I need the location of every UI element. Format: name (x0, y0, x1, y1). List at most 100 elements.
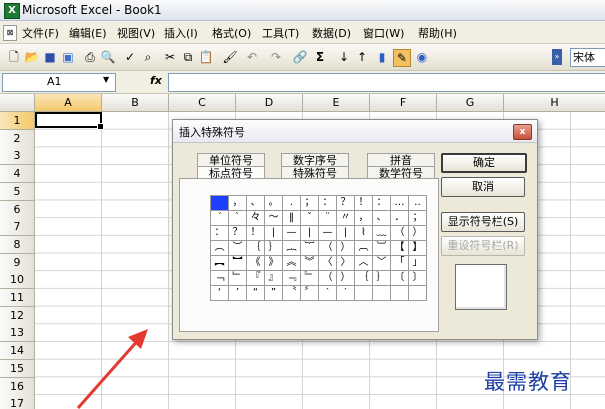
symbol-cell[interactable]: | (336, 225, 355, 241)
symbol-cell[interactable]: ﹄ (300, 270, 319, 286)
symbol-cell[interactable]: 〈 (318, 255, 337, 271)
symbol-cell[interactable]: | (300, 225, 319, 241)
reset-symbol-bar-button: 重设符号栏(R) (441, 236, 525, 256)
symbol-cell[interactable]: ˇ (300, 210, 319, 226)
symbol-cell[interactable]: ！ (246, 225, 265, 241)
symbol-cell[interactable]: ︼ (228, 255, 247, 271)
ok-button[interactable]: 确定 (441, 153, 527, 173)
symbol-cell[interactable]: ˋ (228, 210, 247, 226)
symbol-cell[interactable]: ‘ (210, 285, 229, 301)
symbol-cell[interactable] (390, 285, 409, 301)
cancel-button[interactable]: 取消 (441, 177, 525, 197)
symbol-cell[interactable]: . (282, 195, 301, 211)
dialog-title: 插入特殊符号 (179, 126, 245, 139)
symbol-row: ，、。.；：？！：… ‥ (210, 195, 427, 211)
symbol-cell[interactable]: （ (318, 270, 337, 286)
symbol-cell[interactable]: 【 (390, 240, 409, 256)
symbol-cell[interactable]: ： (372, 195, 391, 211)
symbol-cell[interactable]: ﹀ (372, 255, 391, 271)
symbol-cell[interactable]: “ (246, 285, 265, 301)
symbol-cell[interactable]: ︹ (354, 240, 373, 256)
symbol-cell[interactable]: ︻ (210, 255, 229, 271)
symbol-cell[interactable]: ｛ (354, 270, 373, 286)
symbol-grid[interactable]: ，、。.；：？！：… ‥ ˊ ˋ 々～ ‖ ˇ ¨ 〃，、．；：？！ | — | — | ⌇ ﹏ （） ︵ ︶ ｛｝ ︷… (210, 195, 427, 301)
symbol-cell[interactable]: ﹂ (228, 270, 247, 286)
symbol-cell[interactable]: （ (318, 240, 337, 256)
symbol-cell[interactable]: 〉 (336, 255, 355, 271)
symbol-cell[interactable]: 》 (264, 255, 283, 271)
symbol-cell[interactable] (210, 195, 229, 211)
symbol-cell[interactable]: ‥ (408, 195, 427, 211)
symbol-preview (455, 264, 507, 310)
symbol-cell[interactable]: ； (408, 210, 427, 226)
symbol-cell[interactable]: 〕 (408, 270, 427, 286)
symbol-cell[interactable]: ˊ (210, 210, 229, 226)
symbol-cell[interactable]: ” (264, 285, 283, 301)
symbol-cell[interactable]: ｝ (264, 240, 283, 256)
symbol-cell[interactable]: 〔 (390, 270, 409, 286)
symbol-cell[interactable]: — (282, 225, 301, 241)
symbol-cell[interactable]: ： (210, 225, 229, 241)
symbol-row: ‘’ “” 〝〞 ‵ ′ (210, 285, 427, 301)
symbol-cell[interactable]: 】 (408, 240, 427, 256)
symbol-cell[interactable]: ！ (354, 195, 373, 211)
symbol-cell[interactable]: 」 (408, 255, 427, 271)
symbol-cell[interactable]: ｝ (372, 270, 391, 286)
symbol-cell[interactable]: （ (390, 225, 409, 241)
dialog-title-bar: 插入特殊符号 (173, 120, 537, 143)
watermark-text: 最需教育 (484, 370, 572, 394)
symbol-cell[interactable]: ～ (264, 210, 283, 226)
symbol-cell[interactable]: 〝 (282, 285, 301, 301)
symbol-cell[interactable]: ． (390, 210, 409, 226)
symbol-cell[interactable]: ﹏ (372, 225, 391, 241)
arrow-shaft (76, 337, 142, 409)
symbol-cell[interactable]: 「 (390, 255, 409, 271)
symbol-cell[interactable]: ） (336, 270, 355, 286)
symbol-cell[interactable]: ⌇ (354, 225, 373, 241)
symbol-cell[interactable]: ’ (228, 285, 247, 301)
symbol-cell[interactable]: ‵ (318, 285, 337, 301)
symbol-cell[interactable]: ︺ (372, 240, 391, 256)
symbol-cell[interactable]: 、 (372, 210, 391, 226)
symbol-cell[interactable]: ， (354, 210, 373, 226)
symbol-cell[interactable]: ） (336, 240, 355, 256)
symbol-cell[interactable]: ︾ (300, 255, 319, 271)
symbol-cell[interactable]: | (264, 225, 283, 241)
symbol-cell[interactable]: ； (300, 195, 319, 211)
symbol-cell[interactable]: ︶ (228, 240, 247, 256)
symbol-cell[interactable]: 。 (264, 195, 283, 211)
symbol-cell[interactable]: 々 (246, 210, 265, 226)
symbol-cell[interactable]: 〃 (336, 210, 355, 226)
symbol-cell[interactable]: ︵ (210, 240, 229, 256)
symbol-row: ︵ ︶ ｛｝ ︷ ︸ （） ︹ ︺ 【】 (210, 240, 427, 256)
symbol-cell[interactable]: … (390, 195, 409, 211)
symbol-cell[interactable]: ︷ (282, 240, 301, 256)
symbol-cell[interactable]: ︿ (354, 255, 373, 271)
symbol-cell[interactable]: 』 (264, 270, 283, 286)
symbol-cell[interactable]: ¨ (318, 210, 337, 226)
symbol-cell[interactable] (372, 285, 391, 301)
symbol-cell[interactable]: ｛ (246, 240, 265, 256)
symbol-row: ˊ ˋ 々～ ‖ ˇ ¨ 〃，、．； (210, 210, 427, 226)
symbol-cell[interactable]: ′ (336, 285, 355, 301)
symbol-cell[interactable]: ︸ (300, 240, 319, 256)
symbol-cell[interactable]: — (318, 225, 337, 241)
show-symbol-bar-button[interactable]: 显示符号栏(S) (441, 212, 525, 232)
symbol-cell[interactable]: 《 (246, 255, 265, 271)
symbol-cell[interactable]: 〞 (300, 285, 319, 301)
symbol-cell[interactable]: ？ (336, 195, 355, 211)
symbol-cell[interactable] (408, 285, 427, 301)
symbol-cell[interactable]: ？ (228, 225, 247, 241)
symbol-cell[interactable]: ﹃ (282, 270, 301, 286)
symbol-cell[interactable]: ︽ (282, 255, 301, 271)
symbol-cell[interactable]: ﹁ (210, 270, 229, 286)
symbol-cell[interactable]: 『 (246, 270, 265, 286)
symbol-cell[interactable]: ） (408, 225, 427, 241)
close-icon[interactable]: x (513, 124, 532, 140)
symbol-cell[interactable]: ： (318, 195, 337, 211)
symbol-panel: ，、。.；：？！：… ‥ ˊ ˋ 々～ ‖ ˇ ¨ 〃，、．；：？！ | — | — | ⌇ ﹏ （） ︵ ︶ ｛｝ ︷… (179, 178, 439, 332)
symbol-cell[interactable]: 、 (246, 195, 265, 211)
symbol-cell[interactable]: ， (228, 195, 247, 211)
symbol-cell[interactable]: ‖ (282, 210, 301, 226)
symbol-cell[interactable] (354, 285, 373, 301)
